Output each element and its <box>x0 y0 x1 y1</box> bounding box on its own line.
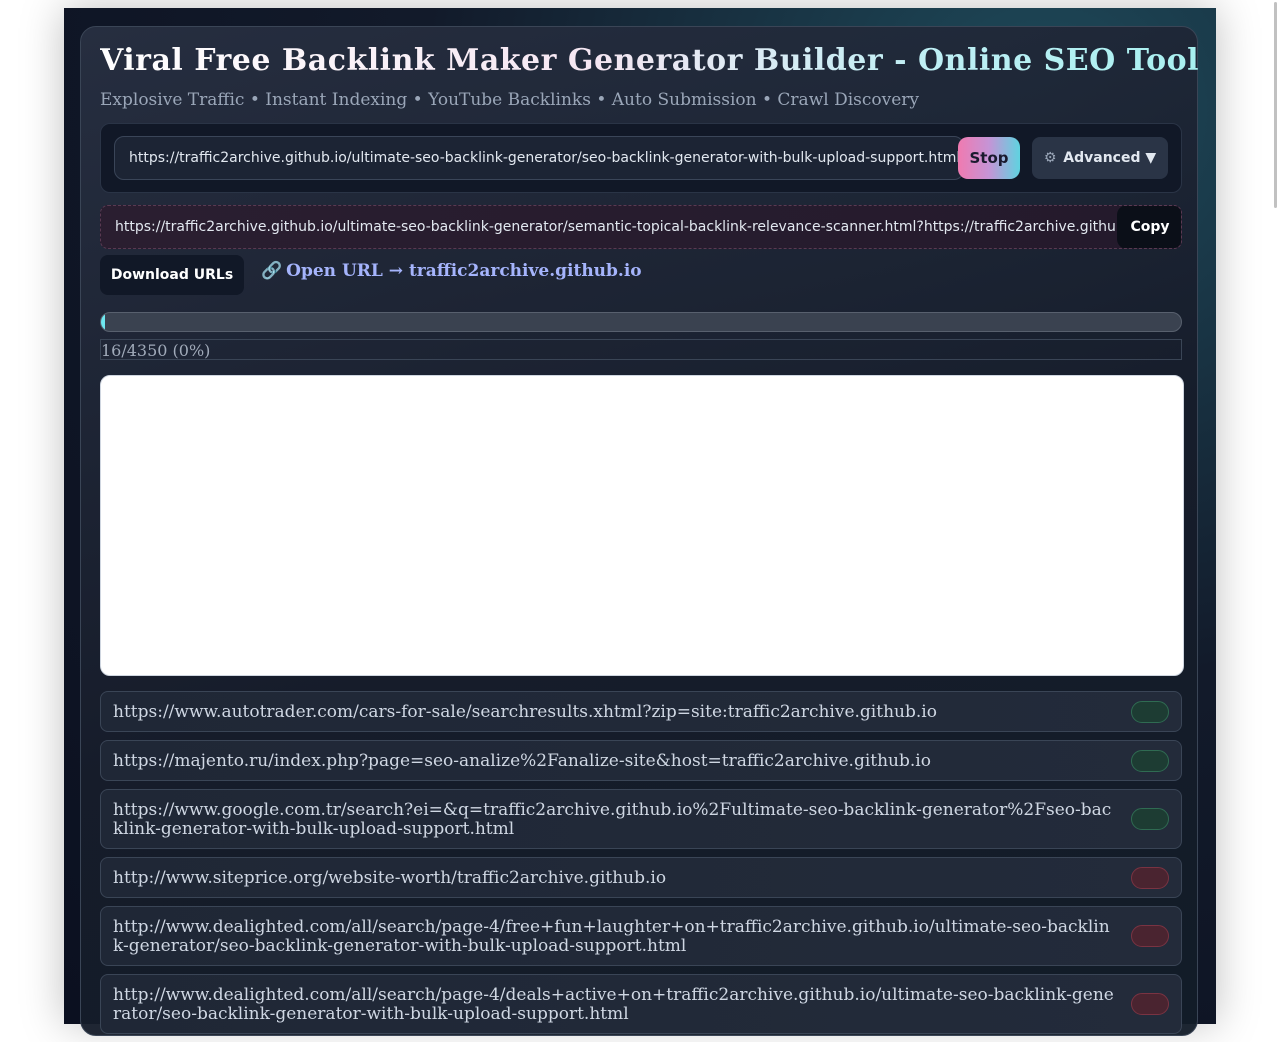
url-list-item-text[interactable]: http://www.dealighted.com/all/search/pag… <box>113 985 1114 1024</box>
progress-fill <box>101 313 105 331</box>
copy-button[interactable]: Copy <box>1117 206 1181 248</box>
download-urls-button[interactable]: Download URLs <box>100 255 244 295</box>
url-list-item: http://www.siteprice.org/website-worth/t… <box>100 857 1182 898</box>
stop-button[interactable]: Stop <box>958 137 1020 179</box>
page-subtitle: Explosive Traffic • Instant Indexing • Y… <box>100 90 920 110</box>
url-list-item: https://majento.ru/index.php?page=seo-an… <box>100 740 1182 781</box>
url-list-item-text[interactable]: https://www.autotrader.com/cars-for-sale… <box>113 702 937 722</box>
generated-url-text: https://traffic2archive.github.io/ultima… <box>115 219 1117 235</box>
status-failure-pill <box>1131 866 1169 889</box>
url-input[interactable] <box>114 136 964 180</box>
status-failure-pill <box>1131 993 1169 1015</box>
url-list-item: http://www.dealighted.com/all/search/pag… <box>100 906 1182 966</box>
status-failure-pill <box>1131 925 1169 947</box>
main-card: Viral Free Backlink Maker Generator Buil… <box>80 26 1200 1036</box>
url-input-bar: Stop ⚙ Advanced ▼ <box>100 123 1182 193</box>
url-list: https://www.autotrader.com/cars-for-sale… <box>100 691 1182 1042</box>
url-list-item-text[interactable]: http://www.dealighted.com/all/search/pag… <box>113 917 1110 956</box>
status-success-pill <box>1131 808 1169 830</box>
url-list-item: http://www.dealighted.com/all/search/pag… <box>100 974 1182 1034</box>
page-title: Viral Free Backlink Maker Generator Buil… <box>100 43 1200 78</box>
preview-frame <box>100 375 1184 676</box>
page-background: Viral Free Backlink Maker Generator Buil… <box>64 8 1216 1036</box>
advanced-button[interactable]: ⚙ Advanced ▼ <box>1032 137 1168 179</box>
progress-bar <box>100 312 1182 332</box>
open-url-link[interactable]: 🔗 Open URL → traffic2archive.github.io <box>261 261 642 281</box>
status-success-pill <box>1131 700 1169 723</box>
page-scrollbar[interactable] <box>1265 0 1280 1024</box>
gear-icon: ⚙ <box>1043 150 1057 166</box>
status-success-pill <box>1131 749 1169 772</box>
url-list-item-text[interactable]: https://majento.ru/index.php?page=seo-an… <box>113 751 931 771</box>
url-list-item-text[interactable]: http://www.siteprice.org/website-worth/t… <box>113 868 666 888</box>
url-list-item: https://www.google.com.tr/search?ei=&q=t… <box>100 789 1182 849</box>
scrollbar-thumb[interactable] <box>1274 2 1277 208</box>
open-url-label: Open URL → traffic2archive.github.io <box>286 261 642 281</box>
link-icon: 🔗 <box>261 261 283 281</box>
url-list-item: https://www.autotrader.com/cars-for-sale… <box>100 691 1182 732</box>
url-list-item-text[interactable]: https://www.google.com.tr/search?ei=&q=t… <box>113 800 1111 839</box>
progress-text: 16/4350 (0%) <box>100 339 1182 360</box>
generated-url-row: https://traffic2archive.github.io/ultima… <box>100 205 1182 249</box>
advanced-label: Advanced ▼ <box>1063 150 1157 166</box>
